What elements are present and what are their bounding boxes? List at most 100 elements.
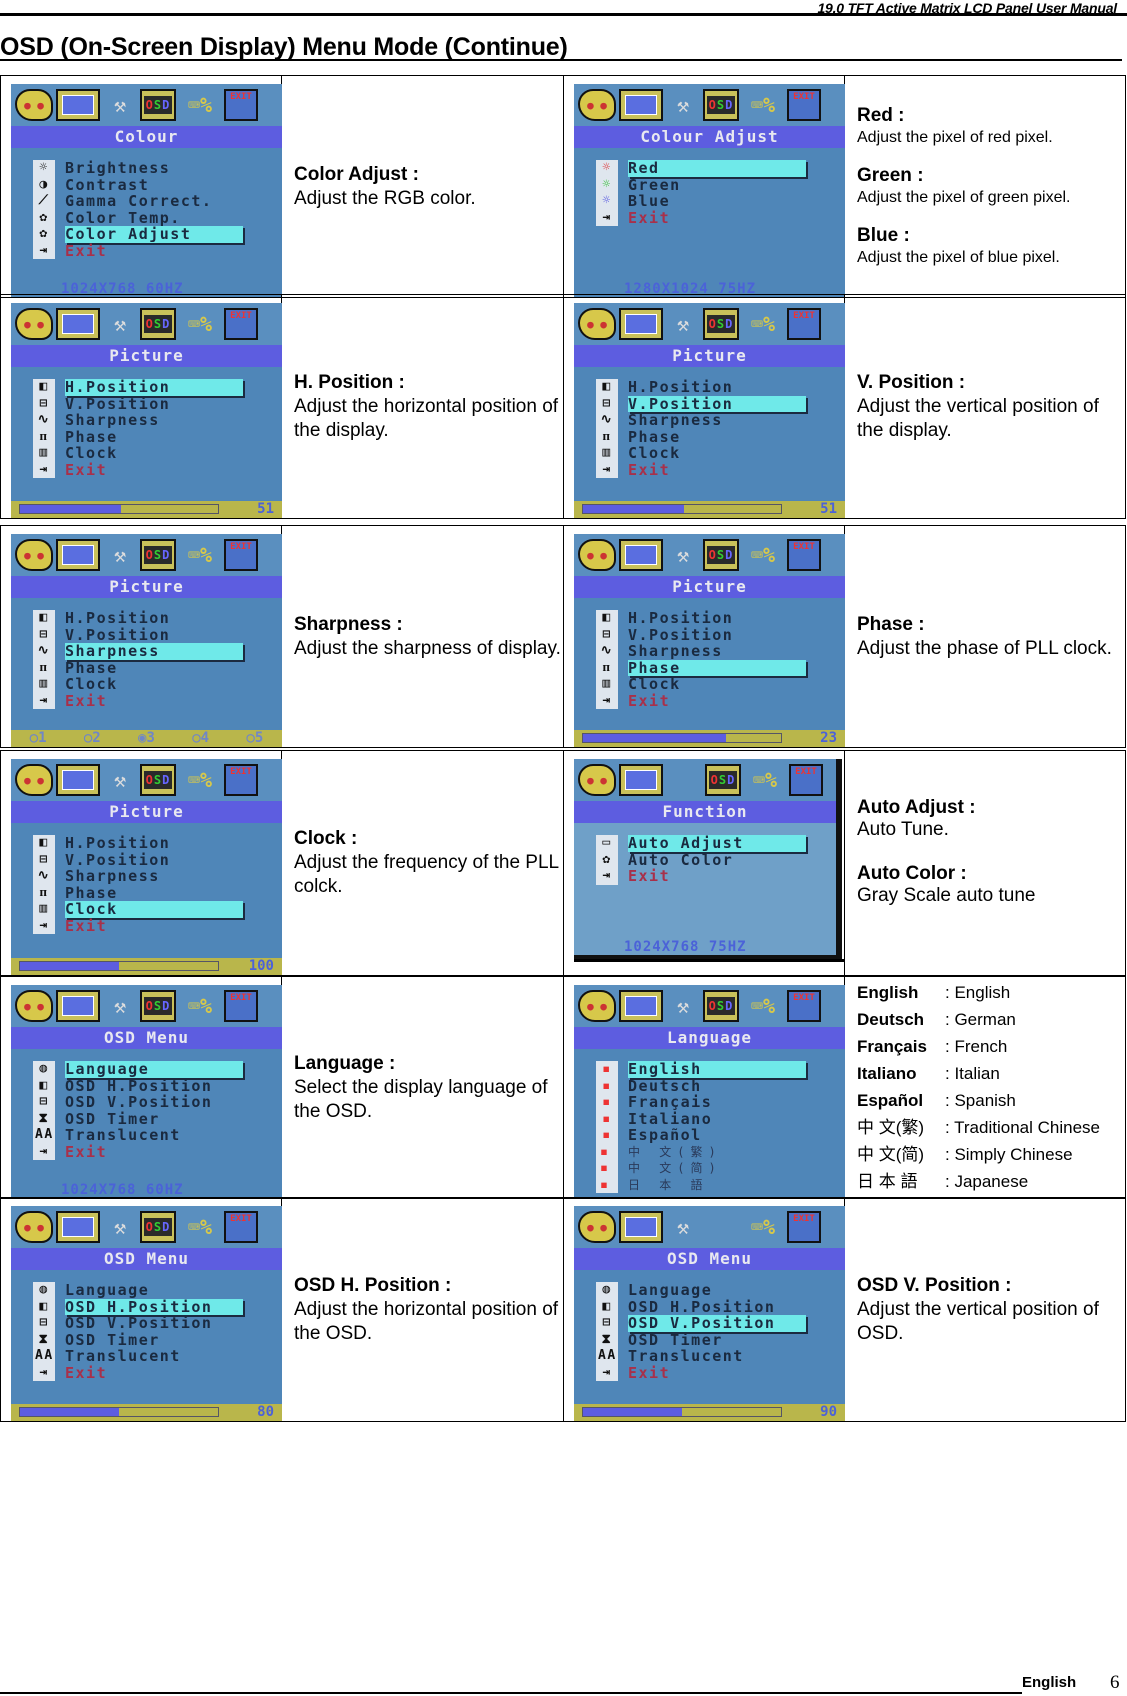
osd-menu-item-label: Exit [628, 460, 671, 479]
osd-menu-item[interactable]: ∿ Sharpness [596, 412, 845, 429]
screenshot-cell: ● ● OSD ⌨% EXIT Function ▭ Auto Adjust ✿ Auto Co… [564, 751, 845, 975]
osd-menu-item[interactable]: ∿ Sharpness [33, 412, 282, 429]
osd-menu-item[interactable]: ◧ H.Position [33, 379, 282, 396]
osd-menu-item[interactable]: ◍ Language [33, 1061, 282, 1078]
sharpness-radio-option[interactable]: ○1 [30, 730, 47, 747]
footer-language: English [1022, 1674, 1077, 1691]
osd-menu-item[interactable]: ▪ Italiano [596, 1110, 845, 1128]
osd-menu-item[interactable]: ⇥ Exit [33, 461, 282, 479]
sharpness-radio-option[interactable]: ○5 [246, 730, 263, 747]
position-move-icon [619, 89, 663, 121]
osd-menu-item[interactable]: ⧗ OSD Timer [33, 1110, 282, 1128]
osd-menu-item[interactable]: ⇥ Exit [33, 242, 282, 260]
osd-menu-item[interactable]: ᴨ Phase [596, 659, 845, 676]
language-translation: : Italian [945, 1064, 1000, 1083]
osd-menu-item[interactable]: ⇥ Exit [33, 917, 282, 935]
slider-track[interactable] [582, 1407, 782, 1417]
v-position-icon: ⊟ [39, 626, 49, 642]
osd-menu-item[interactable]: ᴨ Phase [596, 428, 845, 446]
osd-menu-item[interactable]: ⟋ Gamma Correct. [33, 193, 282, 210]
osd-menu-item[interactable]: ◧ H.Position [33, 610, 282, 627]
osd-menu-item[interactable]: ▪ 日 本 語 [596, 1177, 845, 1194]
osd-menu-item[interactable]: ∿ Sharpness [33, 868, 282, 885]
osd-menu-item[interactable]: ▪ Deutsch [596, 1077, 845, 1095]
osd-menu-item[interactable]: ⇥ Exit [596, 209, 845, 227]
osd-menu-item[interactable]: ◧ H.Position [596, 610, 845, 627]
osd-menu-item[interactable]: ▥ Clock [33, 676, 282, 693]
osd-menu-item[interactable]: ▥ Clock [596, 445, 845, 462]
sharpness-radio-option[interactable]: ○4 [192, 730, 209, 747]
slider-track[interactable] [582, 504, 782, 514]
palette-icon: ● ● [15, 990, 53, 1022]
osd-menu-item[interactable]: ⊟ OSD V.Position [33, 1315, 282, 1332]
osd-menu-item[interactable]: ⇥ Exit [33, 691, 282, 710]
osd-menu-item[interactable]: ▪ 中 文(繁) [596, 1144, 845, 1161]
osd-menu-item[interactable]: ◧ H.Position [596, 379, 845, 396]
osd-menu-item[interactable]: ⊟ V.Position [33, 395, 282, 413]
osd-menu-item[interactable]: ⧗ OSD Timer [596, 1331, 845, 1349]
osd-menu-item[interactable]: ✿ Auto Color [596, 851, 836, 869]
osd-menu-item-label: Sharpness [65, 411, 160, 429]
osd-menu-item[interactable]: ⊟ V.Position [33, 851, 282, 869]
osd-menu-item[interactable]: ☼ Green [596, 176, 845, 194]
osd-menu-item[interactable]: ◧ OSD H.Position [33, 1077, 282, 1095]
osd-flag-icon: ▪ [602, 1061, 612, 1077]
osd-menu-title: Language [574, 1027, 845, 1049]
osd-menu-item[interactable]: ⊟ V.Position [596, 395, 845, 412]
osd-menu-item[interactable]: ⇥ Exit [596, 1364, 845, 1382]
osd-menu-item[interactable]: ⧗ OSD Timer [33, 1331, 282, 1349]
osd-menu-item[interactable]: ▪ Español [596, 1127, 845, 1144]
osd-menu-item[interactable]: ⇥ Exit [33, 1364, 282, 1382]
table-row: ● ● ⚒ OSD ⌨% EXIT Colour ☼ Brightness ◑ Contrast ⟋… [0, 75, 1126, 298]
osd-menu-item[interactable]: ⇥ Exit [596, 460, 845, 479]
osd-menu-item[interactable]: AA Translucent [33, 1127, 282, 1144]
osd-menu-item[interactable]: ▪ Français [596, 1094, 845, 1111]
osd-menu-item[interactable]: ᴨ Phase [33, 428, 282, 446]
osd-menu-item[interactable]: ⊟ OSD V.Position [596, 1315, 845, 1332]
osd-menu-item[interactable]: AA Translucent [33, 1348, 282, 1365]
slider-track[interactable] [19, 504, 219, 514]
osd-menu-item[interactable]: ▥ Clock [596, 676, 845, 693]
description-cell: Sharpness : Adjust the sharpness of displ… [282, 526, 564, 747]
osd-menu-item[interactable]: ᴨ Phase [33, 884, 282, 902]
osd-menu-item-label: Exit [65, 691, 108, 710]
osd-menu-item[interactable]: ✿ Color Temp. [33, 209, 282, 227]
osd-menu-item-label: Blue [628, 192, 671, 210]
osd-menu-item[interactable]: ☼ Red [596, 160, 845, 177]
osd-menu-item[interactable]: ◑ Contrast [33, 176, 282, 194]
osd-menu-item[interactable]: ▪ English [596, 1061, 845, 1078]
h-position-icon: ◧ [602, 1298, 612, 1314]
osd-menu-item[interactable]: ☼ Blue [596, 193, 845, 210]
slider-track[interactable] [19, 1407, 219, 1417]
osd-menu-item[interactable]: ⊟ OSD V.Position [33, 1094, 282, 1111]
v-position-icon: ⊟ [39, 851, 49, 867]
osd-menu-item[interactable]: ⇥ Exit [596, 868, 836, 885]
sharpness-radio-option[interactable]: ○2 [84, 730, 101, 747]
osd-icon: OSD [703, 990, 739, 1022]
sharpness-radio-option[interactable]: ◉3 [138, 730, 155, 747]
osd-menu-item[interactable]: AA Translucent [596, 1348, 845, 1365]
osd-menu-item[interactable]: ◧ OSD H.Position [596, 1298, 845, 1316]
osd-slider: 23 [574, 730, 845, 747]
osd-menu-item[interactable]: ◧ H.Position [33, 835, 282, 852]
osd-menu-item[interactable]: ✿ Color Adjust [33, 226, 282, 243]
osd-menu-item[interactable]: ▥ Clock [33, 901, 282, 918]
osd-menu-item[interactable]: ▭ Auto Adjust [596, 835, 836, 852]
description-title: Blue : [857, 224, 910, 246]
osd-menu-item[interactable]: ◍ Language [33, 1282, 282, 1299]
osd-menu-item[interactable]: ☼ Brightness [33, 160, 282, 177]
osd-menu-item[interactable]: ⊟ V.Position [596, 626, 845, 644]
osd-menu-item[interactable]: ▥ Clock [33, 445, 282, 462]
osd-menu-item[interactable]: ⇥ Exit [33, 1143, 282, 1161]
osd-menu-item[interactable]: ◍ Language [596, 1282, 845, 1299]
slider-track[interactable] [19, 961, 219, 971]
osd-menu-item[interactable]: ▪ 中 文(简) [596, 1160, 845, 1177]
osd-menu-item[interactable]: ᴨ Phase [33, 659, 282, 677]
palette-icon: ● ● [15, 764, 53, 796]
slider-track[interactable] [582, 733, 782, 743]
osd-menu-item[interactable]: ∿ Sharpness [596, 643, 845, 660]
osd-menu-item[interactable]: ⇥ Exit [596, 692, 845, 710]
osd-menu-item[interactable]: ⊟ V.Position [33, 626, 282, 644]
osd-menu-item[interactable]: ◧ OSD H.Position [33, 1298, 282, 1315]
osd-menu-item[interactable]: ∿ Sharpness [33, 643, 282, 660]
